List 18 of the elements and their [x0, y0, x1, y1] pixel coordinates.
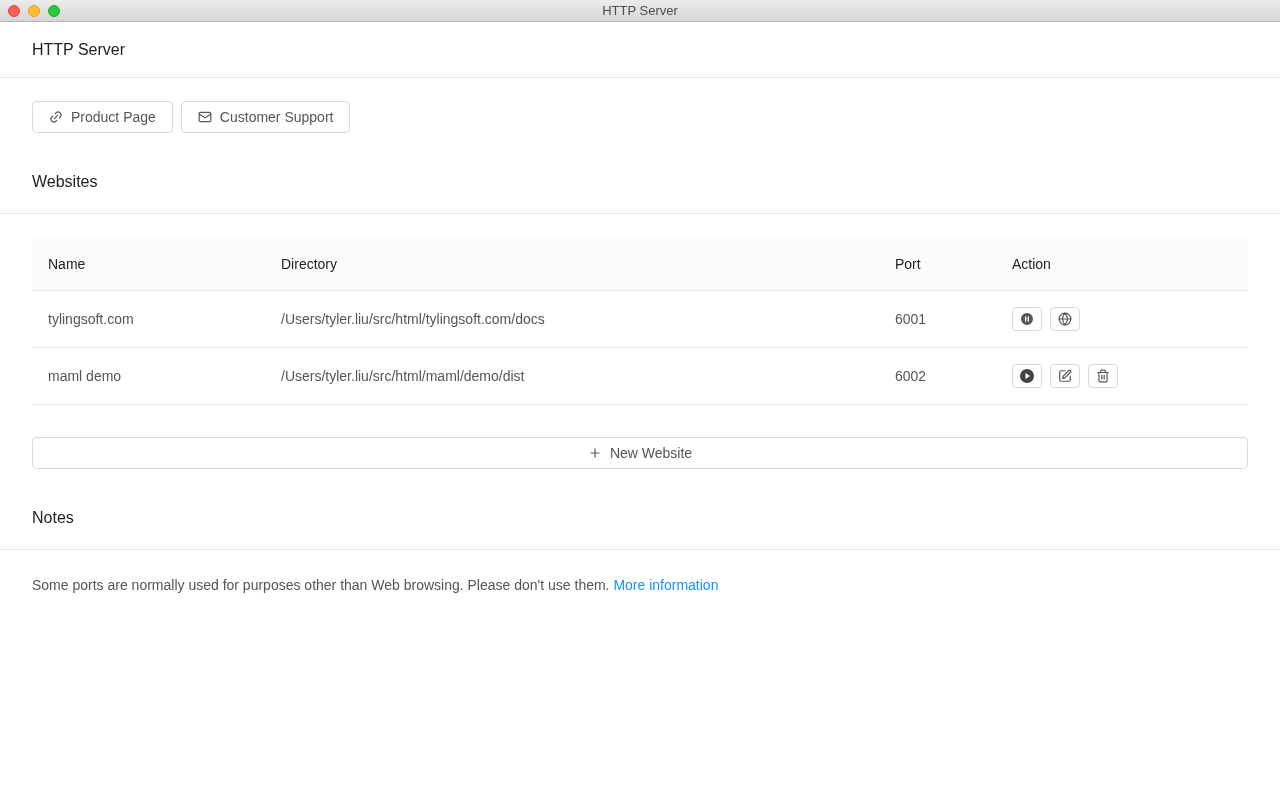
page-title: HTTP Server: [32, 39, 126, 60]
column-header: Name: [48, 255, 86, 272]
notes-text: Some ports are normally used for purposes other than Web browsing. Please don't use them.: [32, 577, 611, 593]
link-button[interactable]: Customer Support: [180, 101, 351, 133]
table-cell: /Users/tyler.liu/src/html/tylingsoft.com/docs: [281, 310, 545, 327]
column-header: Action: [1012, 255, 1051, 272]
table-cell: 6001: [895, 310, 927, 327]
window-title: HTTP Server: [602, 1, 678, 20]
table-cell: 6002: [895, 367, 927, 384]
table-cell: maml demo: [48, 367, 122, 384]
link-button[interactable]: Product Page: [32, 101, 173, 133]
column-header: Directory: [281, 255, 337, 272]
table-cell: tylingsoft.com: [48, 310, 134, 327]
new-website-button[interactable]: New Website: [32, 437, 1248, 469]
table-cell: /Users/tyler.liu/src/html/maml/demo/dist: [281, 367, 525, 384]
section-heading: Websites: [32, 172, 98, 192]
section-heading: Notes: [32, 508, 74, 528]
column-header: Port: [895, 255, 921, 272]
